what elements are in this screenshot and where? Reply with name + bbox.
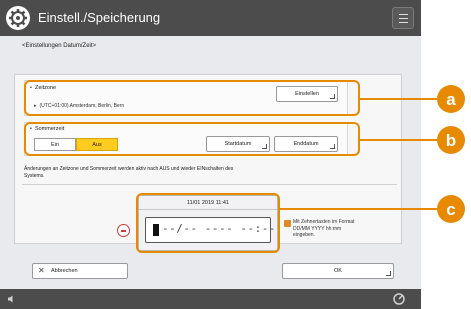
- error-icon: [117, 224, 130, 237]
- callout-c-line: [280, 208, 440, 210]
- breadcrumb: <Einstellungen Datum/Zeit>: [22, 43, 97, 49]
- format-note: Mit Zehnertasten im Format DD/MM YYYY hh…: [293, 219, 355, 238]
- callout-b-line: [360, 139, 440, 141]
- window-title: Einstell./Speicherung: [38, 10, 161, 25]
- callout-c-outline: [136, 193, 280, 253]
- info-note-icon: [284, 220, 291, 227]
- settings-icon: [6, 6, 30, 30]
- speaker-icon[interactable]: [8, 295, 16, 303]
- divider: [22, 184, 397, 185]
- callout-c-marker: c: [437, 195, 465, 223]
- restart-info-text: Änderungen an Zeitzone und Sommerzeit we…: [24, 166, 234, 179]
- close-icon: ✕: [38, 266, 45, 275]
- callout-a-outline: [24, 80, 360, 116]
- callout-a-line: [360, 98, 440, 100]
- menu-icon[interactable]: [392, 7, 414, 29]
- status-bar: [0, 289, 421, 309]
- ok-button[interactable]: OK: [282, 263, 394, 279]
- status-monitor-icon[interactable]: [392, 292, 406, 306]
- callout-b-outline: [24, 122, 360, 156]
- callout-a-marker: a: [437, 85, 465, 113]
- callout-b-marker: b: [437, 126, 465, 154]
- cancel-label: Abbrechen: [51, 268, 78, 274]
- title-bar: Einstell./Speicherung: [0, 0, 421, 36]
- cancel-button[interactable]: ✕ Abbrechen: [32, 263, 128, 279]
